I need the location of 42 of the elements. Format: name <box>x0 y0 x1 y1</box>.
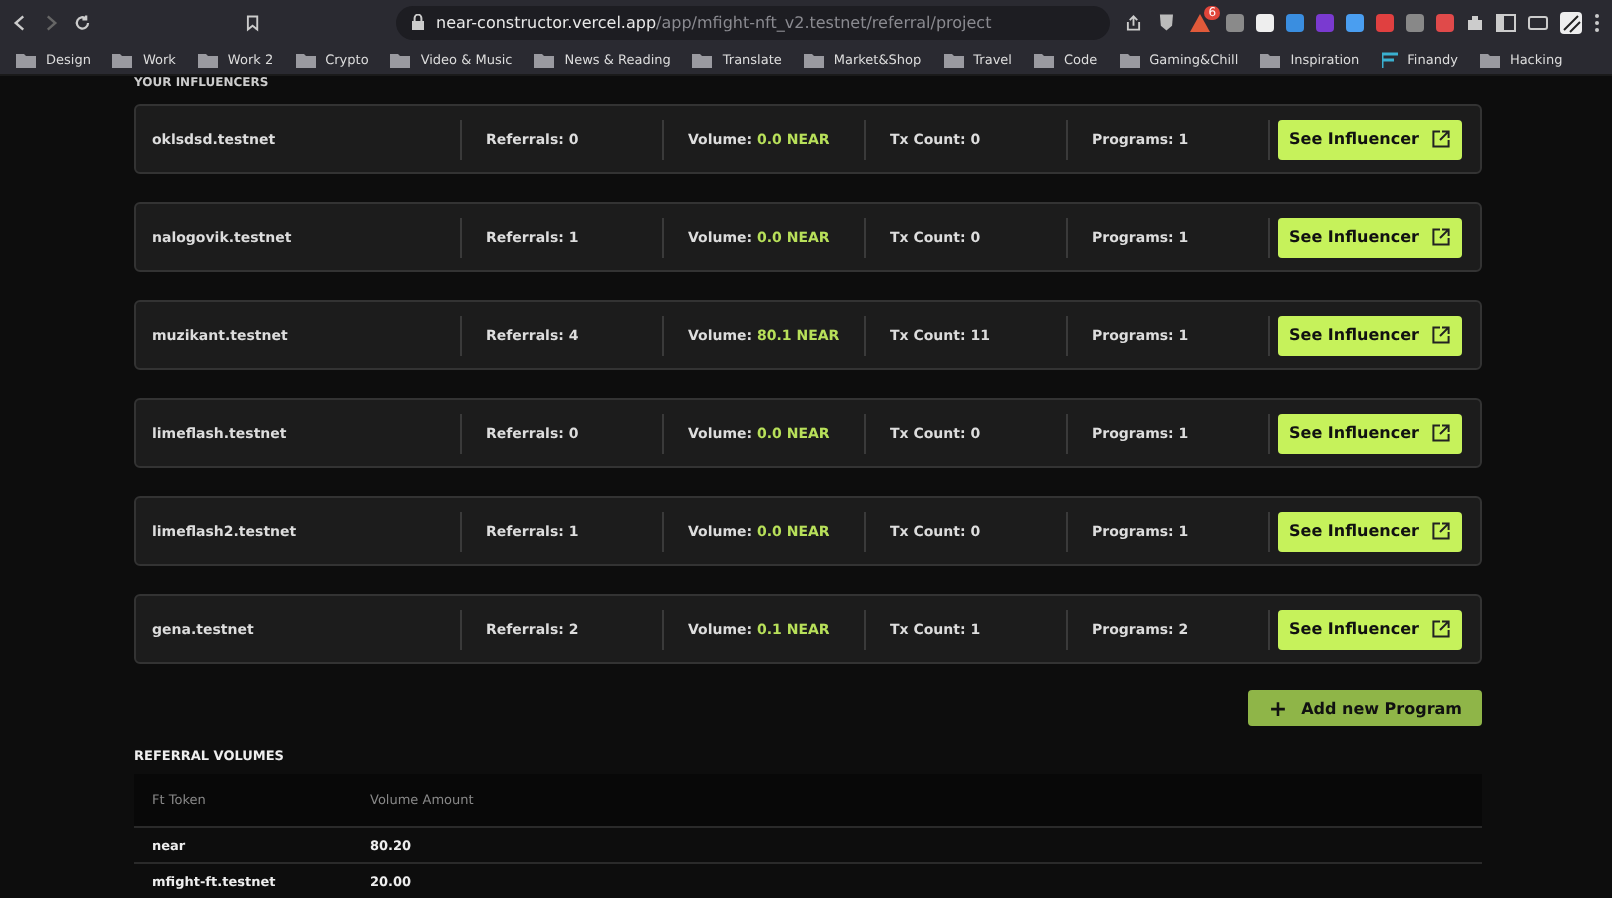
folder-icon <box>943 51 964 67</box>
external-link-icon <box>1432 620 1451 638</box>
external-link-icon <box>1432 130 1451 148</box>
plus-icon: + <box>1268 695 1288 721</box>
folder-icon <box>1033 51 1054 67</box>
external-link-icon <box>1432 228 1451 246</box>
folder-icon <box>803 51 824 67</box>
see-influencer-button[interactable]: See Influencer <box>1278 315 1462 355</box>
external-link-icon <box>1432 424 1451 442</box>
see-influencer-button[interactable]: See Influencer <box>1278 609 1462 649</box>
external-link-icon <box>1432 326 1451 344</box>
folder-icon <box>692 51 713 67</box>
folder-icon <box>1119 51 1140 67</box>
url-text: near-constructor.vercel.app/app/mfight-nft_v2.testnet/referral/project <box>436 13 992 31</box>
folder-icon <box>197 51 218 67</box>
flag-icon <box>1381 51 1398 67</box>
folder-icon <box>295 51 316 67</box>
back-icon[interactable] <box>12 13 27 31</box>
stripes-icon[interactable] <box>1560 11 1583 33</box>
bookmark-icon[interactable] <box>246 13 260 31</box>
folder-icon <box>534 51 555 67</box>
menu-icon[interactable] <box>1594 13 1601 31</box>
wallet-icon[interactable] <box>1528 13 1549 31</box>
share-icon[interactable] <box>1126 13 1142 31</box>
see-influencer-button[interactable]: See Influencer <box>1278 511 1462 551</box>
lock-icon <box>412 14 424 30</box>
folder-icon <box>1479 51 1500 67</box>
see-influencer-button[interactable]: See Influencer <box>1278 217 1462 257</box>
folder-icon <box>390 51 411 67</box>
folder-icon <box>112 51 133 67</box>
see-influencer-button[interactable]: See Influencer <box>1278 413 1462 453</box>
folder-icon <box>1260 51 1281 67</box>
puzzle-icon[interactable] <box>1466 13 1485 31</box>
triangle-icon[interactable] <box>1190 13 1211 31</box>
external-link-icon <box>1432 522 1451 540</box>
see-influencer-button[interactable]: See Influencer <box>1278 119 1462 159</box>
folder-icon <box>16 51 36 67</box>
reload-icon[interactable] <box>74 13 91 31</box>
sidebar-icon[interactable] <box>1496 13 1517 31</box>
forward-icon[interactable] <box>43 13 58 31</box>
address-bar[interactable]: near-constructor.vercel.app/app/mfight-nft_v2.testnet/referral/project <box>396 5 1111 39</box>
add-program-button[interactable]: + Add new Program <box>1248 690 1482 726</box>
